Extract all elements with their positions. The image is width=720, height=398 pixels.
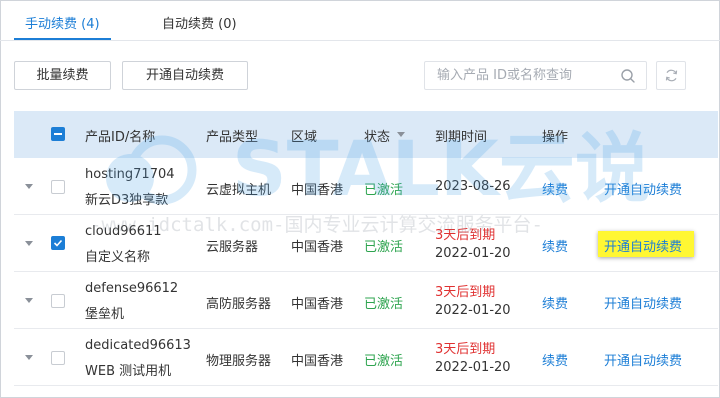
status-badge: 已激活 [364,354,404,369]
expand-row-icon[interactable] [25,241,33,246]
enable-auto-renew-link[interactable]: 开通自动续费 [604,236,682,255]
product-name: 堡垒机 [85,307,125,322]
region: 中国香港 [291,183,344,198]
product-name: WEB 测试用机 [85,364,172,379]
row-checkbox[interactable] [51,236,65,250]
expiry-date: 2022-01-20 [435,246,511,261]
column-header-region[interactable]: 区域 [291,126,317,145]
tab-bar: 手动续费 (4) 自动续费 (0) [0,0,720,41]
enable-auto-renew-button[interactable]: 开通自动续费 [122,61,248,90]
region: 中国香港 [291,240,344,255]
product-type: 物理服务器 [206,354,272,369]
batch-renew-button[interactable]: 批量续费 [14,61,111,90]
status-filter-icon[interactable] [397,132,405,138]
search-input[interactable] [424,61,647,90]
row-checkbox[interactable] [51,294,65,308]
renew-link[interactable]: 续费 [542,293,568,312]
refresh-icon [665,69,678,82]
product-name: 新云D3独享款 [85,193,169,208]
renew-link[interactable]: 续费 [542,179,568,198]
column-header-status[interactable]: 状态 [364,126,390,145]
expand-row-icon[interactable] [25,184,33,189]
region: 中国香港 [291,297,344,312]
search-icon[interactable] [620,68,636,84]
table-row: dedicated96613 WEB 测试用机 物理服务器 中国香港 已激活 3… [14,329,718,386]
product-type: 云服务器 [206,240,259,255]
renew-link[interactable]: 续费 [542,350,568,369]
row-checkbox[interactable] [51,180,65,194]
status-badge: 已激活 [364,297,404,312]
product-id: dedicated96613 [85,338,191,353]
product-type: 云虚拟主机 [206,183,272,198]
column-header-product: 产品ID/名称 [85,130,156,145]
status-badge: 已激活 [364,240,404,255]
product-name: 自定义名称 [85,250,151,265]
row-checkbox[interactable] [51,351,65,365]
column-header-expiry: 到期时间 [435,130,488,145]
tab-manual-renewal[interactable]: 手动续费 (4) [25,13,100,32]
product-id: defense96612 [85,281,179,296]
active-tab-indicator [14,38,111,40]
product-id: cloud96611 [85,224,162,239]
column-header-type: 产品类型 [206,130,259,145]
enable-auto-renew-link[interactable]: 开通自动续费 [604,350,682,369]
expiry-date: 2022-01-20 [435,360,511,375]
product-type: 高防服务器 [206,297,272,312]
expiry-warning: 3天后到期 [435,285,496,300]
check-icon [53,239,63,247]
expiry-date: 2022-01-20 [435,303,511,318]
column-header-actions: 操作 [542,130,569,145]
expiry-warning: 3天后到期 [435,342,496,357]
expand-row-icon[interactable] [25,298,33,303]
product-id: hosting71704 [85,167,175,182]
expiry-date: 2023-08-26 [435,179,511,194]
enable-auto-renew-link[interactable]: 开通自动续费 [604,179,682,198]
enable-auto-renew-link[interactable]: 开通自动续费 [604,293,682,312]
renew-link[interactable]: 续费 [542,236,568,255]
status-badge: 已激活 [364,183,404,198]
expiry-warning: 3天后到期 [435,228,496,243]
refresh-button[interactable] [656,61,686,90]
table-row: defense96612 堡垒机 高防服务器 中国香港 已激活 3天后到期 20… [14,272,718,329]
table-header: 产品ID/名称 产品类型 区域 状态 到期时间 操作 [14,111,718,158]
tab-auto-renewal[interactable]: 自动续费 (0) [162,13,237,32]
expand-row-icon[interactable] [25,355,33,360]
table-row: hosting71704 新云D3独享款 云虚拟主机 中国香港 已激活 2023… [14,158,718,215]
region: 中国香港 [291,354,344,369]
select-all-checkbox[interactable] [51,127,65,141]
